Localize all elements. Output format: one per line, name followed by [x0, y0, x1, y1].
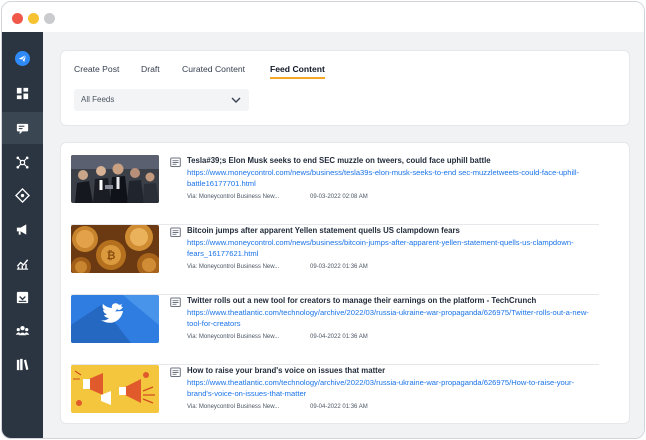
sidebar-item-publish[interactable] — [2, 42, 43, 74]
feed-item-source: Via: Moneycontrol Business New... — [187, 194, 280, 200]
dashboard-icon — [16, 87, 29, 99]
tab-feed-content[interactable]: Feed Content — [270, 63, 325, 79]
feed-item-date: 09-03-2022 02:08 AM — [310, 194, 368, 200]
close-window-button[interactable] — [12, 13, 23, 24]
composer-card: Create Post Draft Curated Content Feed C… — [60, 50, 630, 126]
svg-text:₿: ₿ — [107, 249, 116, 262]
feed-thumbnail — [71, 155, 159, 203]
team-icon — [15, 325, 30, 335]
article-icon — [170, 157, 181, 167]
feed-item-link[interactable]: https://www.moneycontrol.com/news/busine… — [187, 237, 597, 259]
feed-list: Tesla#39;s Elon Musk seeks to end SEC mu… — [60, 142, 630, 424]
analytics-icon — [16, 258, 29, 270]
network-icon — [16, 156, 29, 168]
article-icon — [170, 227, 181, 237]
feed-thumbnail — [71, 295, 159, 343]
feed-item-date: 09-04-2022 01:36 AM — [310, 334, 368, 340]
feed-item[interactable]: Tesla#39;s Elon Musk seeks to end SEC mu… — [71, 155, 599, 225]
feed-item-title[interactable]: Tesla#39;s Elon Musk seeks to end SEC mu… — [187, 156, 597, 165]
move-icon — [15, 187, 30, 203]
feed-item-date: 09-03-2022 01:36 AM — [310, 264, 368, 270]
minimize-window-button[interactable] — [28, 13, 39, 24]
tab-curated-content[interactable]: Curated Content — [182, 63, 245, 79]
feed-item[interactable]: How to raise your brand's voice on issue… — [71, 365, 599, 435]
sidebar-item-team[interactable] — [2, 314, 43, 346]
feed-filter-value: All Feeds — [81, 95, 115, 104]
article-icon — [170, 297, 181, 307]
feed-item[interactable]: Twitter rolls out a new tool for creator… — [71, 295, 599, 365]
feed-item-link[interactable]: https://www.moneycontrol.com/news/busine… — [187, 167, 597, 189]
maximize-window-button[interactable] — [44, 13, 55, 24]
main-content: Create Post Draft Curated Content Feed C… — [43, 32, 644, 438]
sidebar-item-inbox[interactable] — [2, 281, 43, 313]
chevron-down-icon — [231, 97, 241, 103]
feed-item-source: Via: Moneycontrol Business New... — [187, 264, 280, 270]
sidebar — [2, 32, 43, 438]
feed-item-source: Via: Moneycontrol Business New... — [187, 404, 280, 410]
article-icon — [170, 367, 181, 377]
sidebar-item-content[interactable] — [2, 112, 43, 144]
content-icon — [16, 123, 29, 134]
inbox-icon — [16, 291, 29, 303]
feed-item-date: 09-04-2022 01:36 AM — [310, 404, 368, 410]
megaphone-icon — [16, 223, 27, 235]
sidebar-item-dashboard[interactable] — [2, 77, 43, 109]
feed-thumbnail: ₿ — [71, 225, 159, 273]
title-bar — [2, 2, 644, 32]
tab-create-post[interactable]: Create Post — [74, 63, 119, 79]
feed-filter-select[interactable]: All Feeds — [74, 89, 249, 111]
feed-item-link[interactable]: https://www.theatlantic.com/technology/a… — [187, 377, 597, 399]
feed-item-title[interactable]: Twitter rolls out a new tool for creator… — [187, 296, 597, 305]
feed-item-link[interactable]: https://www.theatlantic.com/technology/a… — [187, 307, 597, 329]
sidebar-item-library[interactable] — [2, 348, 43, 380]
app-window: Create Post Draft Curated Content Feed C… — [1, 1, 645, 439]
sidebar-item-campaigns[interactable] — [2, 213, 43, 245]
feed-item-title[interactable]: Bitcoin jumps after apparent Yellen stat… — [187, 226, 597, 235]
feed-item[interactable]: ₿ Bitcoin jumps after apparent Yellen st… — [71, 225, 599, 295]
paper-plane-icon — [15, 50, 30, 66]
library-icon — [16, 358, 29, 370]
feed-item-title[interactable]: How to raise your brand's voice on issue… — [187, 366, 597, 375]
sidebar-item-engage[interactable] — [2, 179, 43, 211]
sidebar-item-network[interactable] — [2, 146, 43, 178]
feed-thumbnail — [71, 365, 159, 413]
sidebar-item-analytics[interactable] — [2, 247, 43, 279]
feed-item-source: Via: Moneycontrol Business New... — [187, 334, 280, 340]
tab-draft[interactable]: Draft — [141, 63, 160, 79]
